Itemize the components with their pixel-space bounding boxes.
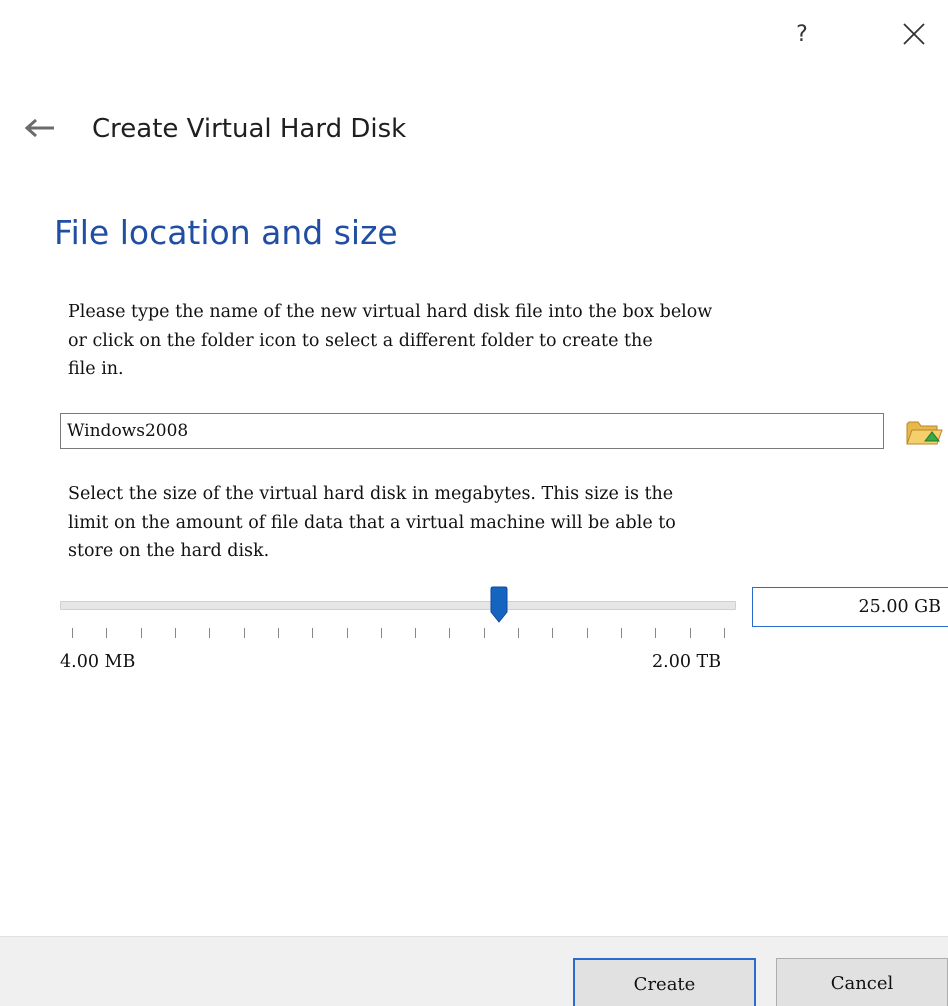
slider-tick [552, 628, 554, 638]
back-button[interactable] [18, 110, 62, 146]
cancel-button-label: Cancel [830, 973, 894, 994]
cancel-button[interactable]: Cancel [776, 958, 948, 1006]
slider-tick [346, 628, 348, 638]
slider-tick [72, 628, 73, 638]
slider-tick [380, 628, 382, 638]
slider-tick [277, 628, 279, 638]
close-icon [903, 23, 925, 45]
create-button-label: Create [633, 974, 696, 995]
folder-open-icon [906, 421, 943, 445]
size-value-input[interactable] [752, 587, 948, 627]
slider-tick [174, 628, 176, 638]
slider-tick [312, 628, 314, 638]
close-button[interactable] [890, 14, 938, 54]
page-heading: File location and size [54, 213, 398, 252]
help-button[interactable]: ? [780, 14, 824, 54]
help-label: ? [796, 21, 808, 47]
location-description: Please type the name of the new virtual … [68, 302, 713, 379]
slider-tick [106, 628, 108, 638]
file-location-input[interactable] [60, 413, 884, 449]
choose-folder-button[interactable] [902, 412, 946, 452]
slider-tick [689, 628, 691, 638]
slider-tick [724, 628, 725, 638]
size-slider-track[interactable] [60, 601, 736, 610]
slider-tick [586, 628, 588, 638]
size-description: Select the size of the virtual hard disk… [68, 484, 676, 561]
slider-tick [415, 628, 417, 638]
slider-tick [621, 628, 623, 638]
size-max-label: 2.00 TB [652, 652, 722, 672]
back-arrow-icon [24, 118, 54, 138]
create-button[interactable]: Create [573, 958, 756, 1006]
size-slider-handle[interactable] [489, 586, 509, 624]
slider-tick [140, 628, 142, 638]
slider-tick [655, 628, 657, 638]
slider-tick [518, 628, 520, 638]
slider-tick [243, 628, 245, 638]
slider-tick [209, 628, 211, 638]
size-min-label: 4.00 MB [60, 652, 136, 672]
wizard-title: Create Virtual Hard Disk [92, 114, 407, 144]
slider-tick [483, 628, 485, 638]
slider-tick [449, 628, 451, 638]
